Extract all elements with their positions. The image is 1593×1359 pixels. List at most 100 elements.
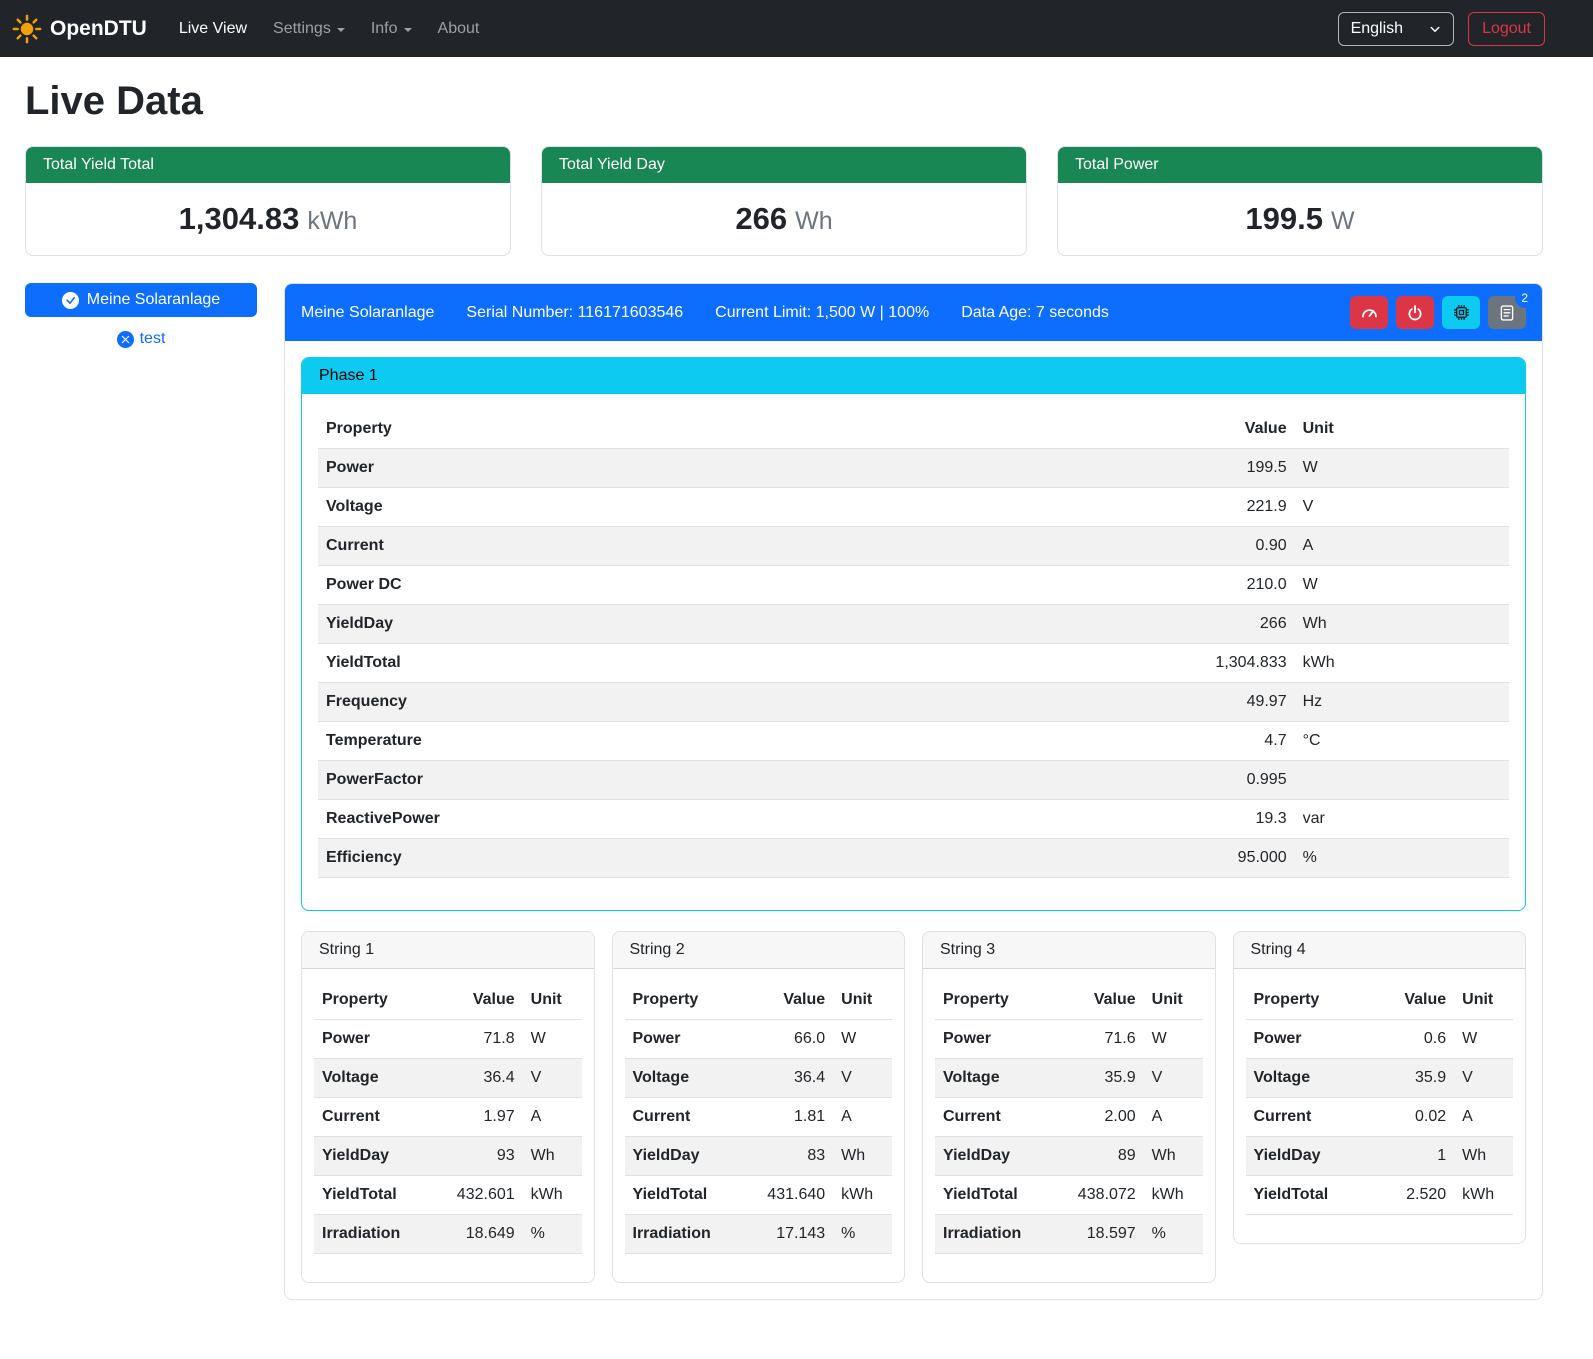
unit-cell	[1295, 761, 1509, 800]
table-row: Power 66.0 W	[625, 1020, 893, 1059]
table-row: Frequency 49.97 Hz	[318, 683, 1509, 722]
property-cell: YieldTotal	[314, 1176, 434, 1215]
string-card-body: Property Value Unit Power	[923, 969, 1215, 1282]
property-cell: Voltage	[625, 1059, 745, 1098]
table-row: Power 199.5 W	[318, 449, 1509, 488]
string-title: String 2	[613, 932, 905, 969]
col-unit: Unit	[1144, 981, 1203, 1020]
string-title: String 3	[923, 932, 1215, 969]
value-cell: 49.97	[1092, 683, 1294, 722]
value-cell: 0.995	[1092, 761, 1294, 800]
property-cell: ReactivePower	[318, 800, 1092, 839]
inverter-data-age: Data Age: 7 seconds	[961, 304, 1109, 322]
unit-cell: V	[523, 1059, 582, 1098]
unit-cell: Wh	[1295, 605, 1509, 644]
property-cell: YieldTotal	[318, 644, 1092, 683]
property-cell: Irradiation	[935, 1215, 1055, 1254]
table-row: Voltage 35.9 V	[935, 1059, 1203, 1098]
property-cell: Power	[1246, 1020, 1366, 1059]
summary-row: Total Yield Total 1,304.83kWh Total Yiel…	[25, 146, 1543, 256]
unit-cell: Wh	[1454, 1137, 1513, 1176]
property-cell: Current	[935, 1098, 1055, 1137]
unit-cell: A	[1454, 1098, 1513, 1137]
unit-cell: °C	[1295, 722, 1509, 761]
logout-button[interactable]: Logout	[1468, 12, 1545, 46]
nav-item-about[interactable]: About	[428, 12, 490, 46]
value-cell: 18.597	[1055, 1215, 1143, 1254]
inverter-name: Meine Solaranlage	[301, 304, 434, 322]
value-cell: 36.4	[745, 1059, 833, 1098]
property-cell: Irradiation	[314, 1215, 434, 1254]
inverter-item-test[interactable]: test	[25, 330, 257, 348]
value-cell: 71.6	[1055, 1020, 1143, 1059]
language-select-value: English	[1351, 20, 1403, 38]
event-log-button[interactable]: 2	[1488, 296, 1526, 329]
unit-cell: A	[833, 1098, 892, 1137]
unit-cell: kWh	[1454, 1176, 1513, 1215]
value-cell: 19.3	[1092, 800, 1294, 839]
value-cell: 95.000	[1092, 839, 1294, 878]
summary-card-total-yield-day: Total Yield Day 266Wh	[541, 146, 1027, 256]
value-cell: 432.601	[434, 1176, 522, 1215]
property-cell: Current	[318, 527, 1092, 566]
string-card-body: Property Value Unit Power	[302, 969, 594, 1282]
table-row: YieldDay 89 Wh	[935, 1137, 1203, 1176]
check-circle-icon	[62, 292, 79, 309]
value-cell: 89	[1055, 1137, 1143, 1176]
value-cell: 17.143	[745, 1215, 833, 1254]
value-cell: 4.7	[1092, 722, 1294, 761]
unit-cell: kWh	[833, 1176, 892, 1215]
inverter-panel-header: Meine Solaranlage Serial Number: 1161716…	[285, 284, 1542, 341]
string-title: String 4	[1234, 932, 1526, 969]
summary-card-body: 1,304.83kWh	[26, 183, 510, 255]
cpu-icon	[1452, 303, 1471, 322]
page-content: Live Data Total Yield Total 1,304.83kWh …	[0, 57, 1593, 1324]
navbar: OpenDTU Live View Settings Info About En…	[0, 0, 1593, 57]
value-cell: 0.90	[1092, 527, 1294, 566]
property-cell: Power	[318, 449, 1092, 488]
value-cell: 93	[434, 1137, 522, 1176]
nav-item-live-view[interactable]: Live View	[169, 12, 257, 46]
string-card-body: Property Value Unit Power	[1234, 969, 1526, 1243]
string-card-body: Property Value Unit Power	[613, 969, 905, 1282]
language-select[interactable]: English	[1338, 12, 1454, 46]
table-row: Voltage 35.9 V	[1246, 1059, 1514, 1098]
chevron-down-icon	[1429, 23, 1441, 35]
value-cell: 1	[1366, 1137, 1454, 1176]
value-cell: 35.9	[1366, 1059, 1454, 1098]
col-value: Value	[1055, 981, 1143, 1020]
col-unit: Unit	[833, 981, 892, 1020]
property-cell: YieldDay	[318, 605, 1092, 644]
table-row: Voltage 221.9 V	[318, 488, 1509, 527]
string-title: String 1	[302, 932, 594, 969]
property-cell: Irradiation	[625, 1215, 745, 1254]
nav-item-info[interactable]: Info	[361, 12, 422, 46]
table-row: YieldDay 83 Wh	[625, 1137, 893, 1176]
page-title: Live Data	[25, 79, 1543, 124]
summary-card-body: 199.5W	[1058, 183, 1542, 255]
table-row: Irradiation 17.143 %	[625, 1215, 893, 1254]
col-property: Property	[314, 981, 434, 1020]
power-button[interactable]	[1396, 296, 1434, 329]
value-cell: 266	[1092, 605, 1294, 644]
summary-card-body: 266Wh	[542, 183, 1026, 255]
unit-cell: V	[1144, 1059, 1203, 1098]
table-row: Irradiation 18.597 %	[935, 1215, 1203, 1254]
unit-cell: kWh	[1295, 644, 1509, 683]
table-row: Current 1.97 A	[314, 1098, 582, 1137]
device-info-button[interactable]	[1442, 296, 1480, 329]
string-card-3: String 3 Property Value Unit	[922, 931, 1216, 1283]
limit-settings-button[interactable]	[1350, 296, 1388, 329]
property-cell: YieldTotal	[935, 1176, 1055, 1215]
nav-item-settings[interactable]: Settings	[263, 12, 355, 46]
summary-card-value: 1,304.83	[179, 201, 300, 236]
col-value: Value	[1092, 410, 1294, 449]
inverter-select-button[interactable]: Meine Solaranlage	[25, 283, 257, 317]
string-table: Property Value Unit Power	[1246, 981, 1514, 1215]
brand-link[interactable]: OpenDTU	[12, 14, 147, 44]
unit-cell: %	[523, 1215, 582, 1254]
table-row: YieldTotal 432.601 kWh	[314, 1176, 582, 1215]
summary-card-unit: W	[1331, 207, 1355, 235]
unit-cell: A	[523, 1098, 582, 1137]
summary-card-header: Total Power	[1058, 147, 1542, 183]
